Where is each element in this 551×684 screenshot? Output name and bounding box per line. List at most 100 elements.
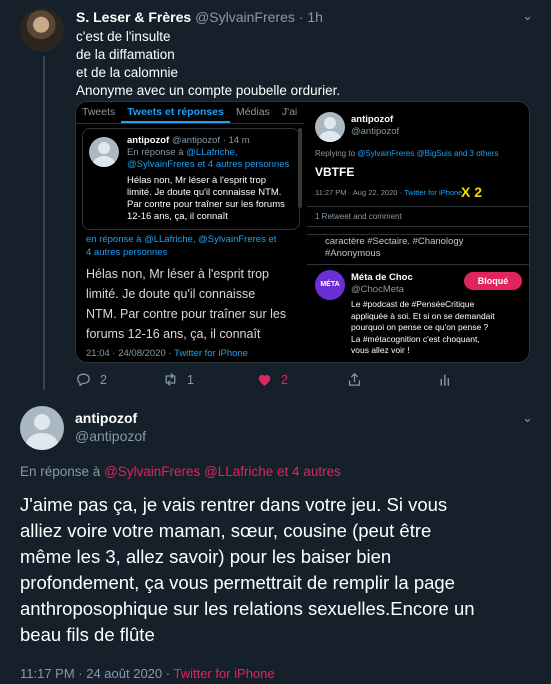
card-bio-line: pourquoi on pense ce qu'on pense ? — [351, 322, 489, 332]
meta-de-choc-logo: MÉTA — [315, 270, 345, 300]
cut-line-2: 4 autres personnes — [86, 247, 168, 258]
right-meta-source: Twitter for iPhone — [403, 188, 463, 197]
heart-icon — [258, 374, 271, 386]
tweet-media-image[interactable]: Tweets Tweets et réponses Médias J'ai an… — [75, 101, 530, 363]
like-count: 2 — [281, 372, 288, 387]
right-meta-time: 11:27 PM · Aug 22, 2020 · — [315, 188, 403, 197]
divider — [307, 234, 529, 235]
reply-targets-2: @SylvainFreres et 4 autres personnes — [127, 159, 290, 170]
user-handle[interactable]: @antipozof — [75, 428, 146, 444]
hashtag-line: caractère #Sectaire. #Chanology — [325, 236, 464, 247]
tweet-line: anthroposophique sur les relations sexue… — [20, 598, 475, 619]
inner-reply-to: En réponse à @LLafriche, — [127, 147, 238, 158]
zoomed-line: limité. Je doute qu'il connaisse — [86, 287, 256, 301]
right-replying: Replying to @SylvainFreres @BigSuis and … — [315, 149, 498, 158]
tweet-text: J'aime pas ça, je vais rentrer dans votr… — [20, 492, 545, 648]
like-button[interactable]: 2 — [256, 371, 288, 388]
right-display-name: antipozof — [351, 114, 394, 125]
profile-tabs: Tweets Tweets et réponses Médias J'ai — [76, 102, 304, 124]
tweet-line: alliez voire votre maman, sœur, cousine … — [20, 520, 432, 541]
zoomed-time: 21:04 · 24/08/2020 · — [86, 348, 172, 359]
zoomed-line: Hélas non, Mr léser à l'esprit trop — [86, 267, 270, 281]
reply-targets[interactable]: @SylvainFreres @LLafriche et 4 autres — [104, 464, 341, 479]
zoomed-text: Hélas non, Mr léser à l'esprit trop limi… — [86, 264, 286, 344]
card-handle: @ChocMeta — [351, 284, 404, 295]
inner-tweet-card: antipozof @antipozof · 14 m En réponse à… — [82, 128, 300, 230]
reply-targets: @LLafriche, — [186, 147, 238, 158]
zoomed-line: NTM. Par contre pour traîner sur les — [86, 307, 287, 321]
reply-context: En réponse à @SylvainFreres @LLafriche e… — [20, 464, 341, 479]
card-bio-line: Le #podcast de #PenséeCritique — [351, 299, 475, 309]
reply-icon — [77, 373, 90, 387]
retweet-count: 1 — [187, 372, 194, 387]
tweet-meta: 11:17 PM · 24 août 2020 · Twitter for iP… — [20, 666, 275, 681]
analytics-button[interactable] — [437, 371, 454, 388]
tweet-header: S. Leser & Frères @SylvainFreres · 1h — [76, 9, 323, 25]
tweet-timestamp[interactable]: 11:17 PM · 24 août 2020 · — [20, 666, 170, 681]
avatar — [315, 112, 345, 142]
card-name: Méta de Choc — [351, 272, 413, 283]
divider — [307, 206, 529, 207]
user-handle[interactable]: @SylvainFreres — [195, 9, 295, 25]
reply-button[interactable]: 2 — [75, 371, 107, 388]
avatar[interactable] — [20, 8, 64, 52]
zoomed-line: forums 12-16 ans, ça, il connaît — [86, 327, 261, 341]
right-handle: @antipozof — [351, 126, 400, 137]
tweet-line: et de la calomnie — [76, 65, 179, 80]
divider — [307, 226, 529, 227]
reply-count: 2 — [100, 372, 107, 387]
replying-targets: @SylvainFreres @BigSuis and 3 others — [357, 149, 499, 158]
inner-line: Hélas non, Mr léser à l'esprit trop — [127, 175, 267, 186]
tweet-line: de la diffamation — [76, 47, 175, 62]
card-bio: Le #podcast de #PenséeCritique appliquée… — [351, 299, 495, 357]
display-name[interactable]: S. Leser & Frères — [76, 9, 191, 25]
media-right-panel: antipozof @antipozof Replying to @Sylvai… — [307, 102, 529, 362]
reply-prefix: En réponse à — [127, 147, 184, 158]
tweet-time[interactable]: 1h — [307, 9, 323, 25]
separator: · — [298, 9, 304, 25]
tweet-line: J'aime pas ça, je vais rentrer dans votr… — [20, 494, 448, 515]
inner-handle: @antipozof · 14 m — [171, 135, 250, 146]
overlay-annotation: X 2 — [461, 184, 483, 200]
card-bio-line: vous allez voir ! — [351, 345, 410, 355]
chevron-down-icon[interactable]: ⌄ — [522, 8, 533, 24]
chevron-down-icon[interactable]: ⌄ — [522, 410, 533, 426]
replying-label: Replying to — [315, 149, 356, 158]
tweet-text: c'est de l'insulte de la diffamation et … — [76, 28, 516, 100]
avatar — [89, 137, 119, 167]
share-icon — [348, 373, 361, 386]
inner-name: antipozof — [127, 135, 170, 146]
zoomed-footer: 21:04 · 24/08/2020 · Twitter for iPhone — [86, 348, 248, 359]
tab-media: Médias — [235, 106, 270, 118]
analytics-icon — [440, 374, 450, 386]
inner-text: Hélas non, Mr léser à l'esprit trop limi… — [127, 175, 285, 223]
display-name[interactable]: antipozof — [75, 410, 137, 426]
inner-line: Par contre pour traîner sur les forums — [127, 199, 285, 210]
blocked-badge: Bloqué — [464, 272, 522, 290]
right-meta: 11:27 PM · Aug 22, 2020 · Twitter for iP… — [315, 188, 462, 197]
tweet-line: Anonyme avec un compte poubelle ordurier… — [76, 83, 341, 98]
avatar[interactable] — [20, 406, 64, 450]
card-bio-line: La #métacognition c'est choquant, — [351, 333, 480, 344]
inner-header: antipozof @antipozof · 14 m — [127, 135, 250, 146]
retweet-button[interactable]: 1 — [162, 371, 194, 388]
zoomed-source: Twitter for iPhone — [174, 348, 248, 359]
hashtag-line: #Anonymous — [325, 248, 381, 259]
inner-line: limité. Je doute qu'il connaisse NTM. — [127, 187, 282, 198]
tweet-source[interactable]: Twitter for iPhone — [173, 666, 274, 681]
tweet-line: c'est de l'insulte — [76, 29, 171, 44]
right-name: antipozof — [351, 114, 393, 125]
share-button[interactable] — [346, 371, 363, 388]
card-bio-line: appliquée à soi. Et si on se demandait — [351, 310, 495, 321]
tweet-line: beau fils de flûte — [20, 624, 155, 645]
retweet-icon — [165, 373, 176, 386]
tweet-line: même les 3, allez savoir) pour les baise… — [20, 546, 392, 567]
card-name-wrap: Méta de Choc — [351, 272, 413, 283]
tab-tweets-replies: Tweets et réponses — [121, 102, 230, 123]
inner-line: 12-16 ans, ça, il connaît — [127, 211, 228, 222]
thread-line — [43, 56, 45, 390]
hashtag-text: caractère #Sectaire. #Chanology #Anonymo… — [325, 236, 463, 260]
retweet-line: 1 Retweet and comment — [315, 212, 402, 221]
reply-prefix: En réponse à — [20, 464, 101, 479]
tab-likes: J'ai — [281, 106, 298, 118]
